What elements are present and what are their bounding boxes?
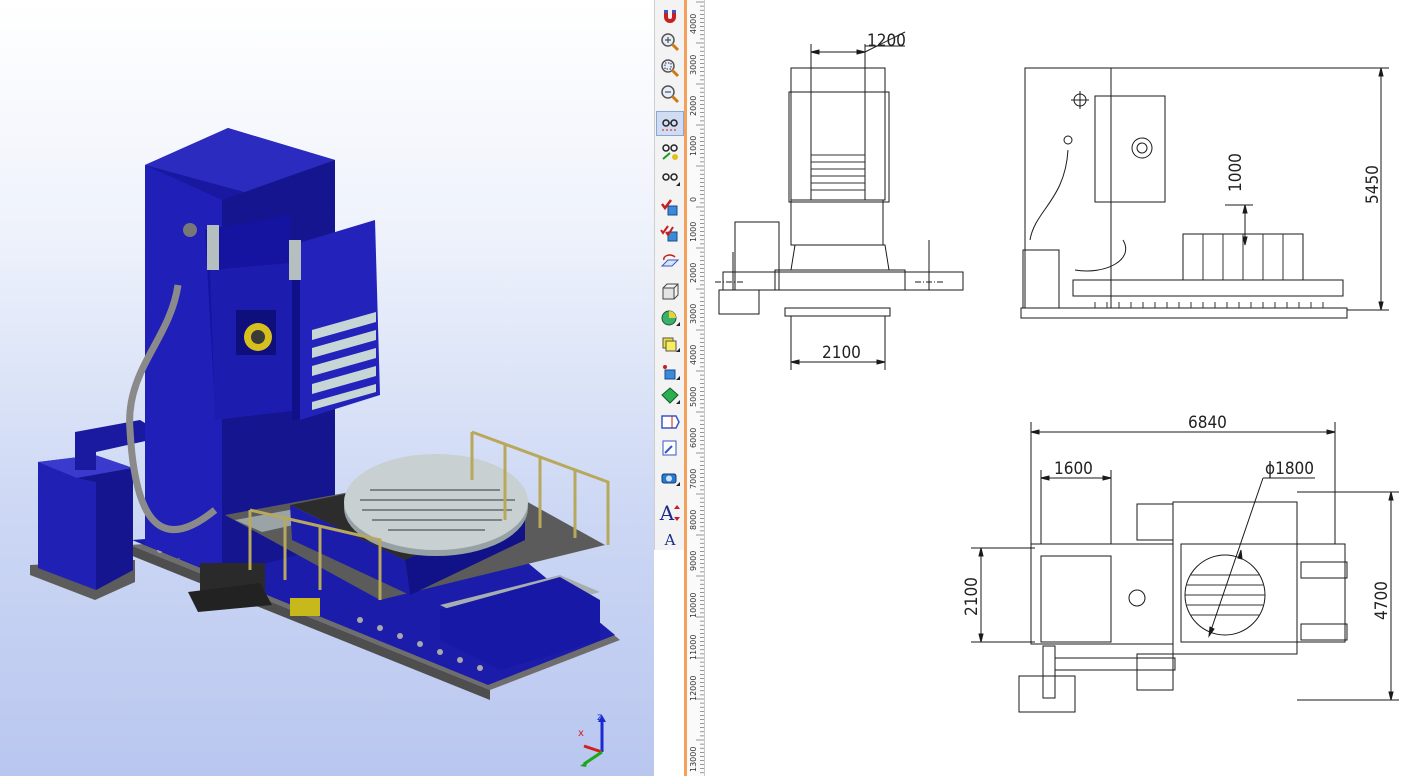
- box-frame-icon[interactable]: [657, 280, 683, 303]
- ruler-label: 6000: [689, 427, 698, 448]
- ruler-label: 0: [689, 196, 698, 202]
- zoom-window-icon[interactable]: [657, 56, 683, 79]
- view-toolbar: A A: [654, 0, 686, 550]
- camera-icon[interactable]: [657, 466, 683, 489]
- ruler-label: 1000: [689, 221, 698, 242]
- dim-left-height: 2100: [962, 577, 982, 616]
- text-icon[interactable]: A: [657, 528, 683, 551]
- rotate-plane-icon[interactable]: [657, 250, 683, 273]
- ruler-label: 12000: [689, 675, 698, 701]
- ruler-label: 2000: [689, 95, 698, 116]
- dim-overall-height: 5450: [1363, 165, 1383, 204]
- dim-left-offset: 1600: [1054, 459, 1093, 479]
- vertical-ruler: 4000 3000 2000 1000 0 1000 2000 3000 400…: [687, 0, 705, 776]
- dim-table-diameter: ϕ1800: [1265, 459, 1314, 479]
- front-view: [715, 31, 964, 370]
- solid-point-icon[interactable]: [657, 360, 683, 383]
- dim-height-offset: 1000: [1226, 153, 1246, 192]
- zoom-out-icon[interactable]: [657, 82, 683, 105]
- ruler-label: 11000: [689, 634, 698, 660]
- ruler-label: 5000: [689, 386, 698, 407]
- box-solid-icon[interactable]: [657, 332, 683, 355]
- ruler-label: 2000: [689, 262, 698, 283]
- ruler-label: 4000: [689, 344, 698, 365]
- prism-icon[interactable]: [657, 410, 683, 433]
- ruler-label: 13000: [689, 746, 698, 772]
- view-glasses-pick-icon[interactable]: [657, 140, 683, 163]
- drawing-canvas: 1200 2100 5450 1000 6840 1600 ϕ1800 2100…: [715, 31, 1399, 713]
- ruler-label: 1000: [689, 135, 698, 156]
- ruler-label: 10000: [689, 592, 698, 618]
- drawing-sheet[interactable]: 1200 2100 5450 1000 6840 1600 ϕ1800 2100…: [705, 0, 1412, 776]
- 3d-viewport[interactable]: z x: [0, 0, 654, 776]
- document-edit-icon[interactable]: [657, 436, 683, 459]
- magnet-icon[interactable]: [657, 4, 683, 27]
- dim-top-width: 1200: [867, 31, 906, 51]
- dim-base-width: 2100: [822, 343, 861, 363]
- axis-z-label: z: [597, 712, 602, 723]
- ruler-label: 9000: [689, 550, 698, 571]
- machine-3d-model: [30, 128, 620, 700]
- ruler-label: 4000: [689, 13, 698, 34]
- ruler-label: 8000: [689, 509, 698, 530]
- dim-overall-width: 4700: [1372, 581, 1392, 620]
- view-glasses-menu-icon[interactable]: [657, 166, 683, 189]
- check-cube-icon[interactable]: [657, 196, 683, 219]
- axis-triad: z x: [578, 712, 606, 767]
- ruler-label: 3000: [689, 54, 698, 75]
- zoom-in-icon[interactable]: [657, 30, 683, 53]
- dim-overall-length: 6840: [1188, 413, 1227, 433]
- text-scale-up-icon[interactable]: A: [657, 498, 683, 528]
- shading-sphere-icon[interactable]: [657, 306, 683, 329]
- ruler-label: 3000: [689, 303, 698, 324]
- green-solid-icon[interactable]: [657, 384, 683, 407]
- ruler-label: 7000: [689, 468, 698, 489]
- view-glasses-icon[interactable]: [656, 111, 684, 136]
- side-view: [1020, 67, 1389, 319]
- double-check-cube-icon[interactable]: [657, 222, 683, 245]
- axis-x-label: x: [578, 728, 584, 739]
- plan-view: [971, 422, 1399, 713]
